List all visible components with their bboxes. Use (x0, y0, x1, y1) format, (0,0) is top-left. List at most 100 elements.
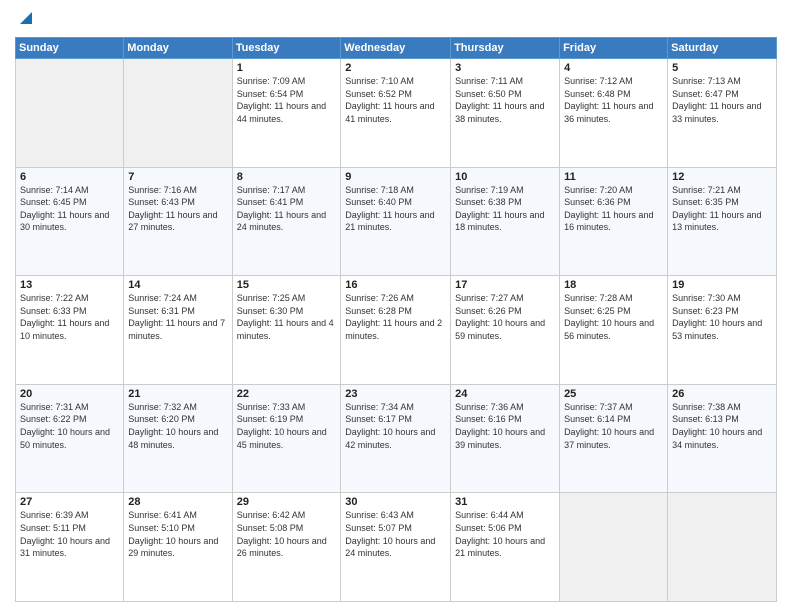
day-info: Sunrise: 7:25 AM Sunset: 6:30 PM Dayligh… (237, 292, 337, 342)
day-number: 1 (237, 62, 337, 74)
calendar-day-cell: 2Sunrise: 7:10 AM Sunset: 6:52 PM Daylig… (341, 59, 451, 168)
day-number: 4 (564, 62, 663, 74)
calendar-day-cell (16, 59, 124, 168)
calendar-day-header: Sunday (16, 38, 124, 59)
day-number: 27 (20, 496, 119, 508)
day-number: 8 (237, 171, 337, 183)
calendar-day-header: Friday (560, 38, 668, 59)
day-info: Sunrise: 6:39 AM Sunset: 5:11 PM Dayligh… (20, 509, 119, 559)
day-number: 15 (237, 279, 337, 291)
day-info: Sunrise: 7:33 AM Sunset: 6:19 PM Dayligh… (237, 401, 337, 451)
day-number: 17 (455, 279, 555, 291)
calendar-day-cell: 22Sunrise: 7:33 AM Sunset: 6:19 PM Dayli… (232, 384, 341, 493)
day-number: 30 (345, 496, 446, 508)
day-number: 23 (345, 388, 446, 400)
day-number: 14 (128, 279, 227, 291)
day-info: Sunrise: 7:38 AM Sunset: 6:13 PM Dayligh… (672, 401, 772, 451)
logo-line1 (15, 10, 34, 31)
calendar-week-row: 1Sunrise: 7:09 AM Sunset: 6:54 PM Daylig… (16, 59, 777, 168)
day-number: 16 (345, 279, 446, 291)
calendar-day-header: Saturday (668, 38, 777, 59)
day-number: 6 (20, 171, 119, 183)
calendar-day-cell: 14Sunrise: 7:24 AM Sunset: 6:31 PM Dayli… (124, 276, 232, 385)
calendar-day-cell: 10Sunrise: 7:19 AM Sunset: 6:38 PM Dayli… (451, 167, 560, 276)
logo-triangle-icon (18, 10, 34, 31)
calendar-day-header: Thursday (451, 38, 560, 59)
calendar-day-cell: 7Sunrise: 7:16 AM Sunset: 6:43 PM Daylig… (124, 167, 232, 276)
calendar-day-cell (668, 493, 777, 602)
day-number: 26 (672, 388, 772, 400)
day-info: Sunrise: 7:28 AM Sunset: 6:25 PM Dayligh… (564, 292, 663, 342)
day-number: 25 (564, 388, 663, 400)
day-info: Sunrise: 7:37 AM Sunset: 6:14 PM Dayligh… (564, 401, 663, 451)
day-number: 10 (455, 171, 555, 183)
calendar-day-cell: 6Sunrise: 7:14 AM Sunset: 6:45 PM Daylig… (16, 167, 124, 276)
calendar-day-cell: 20Sunrise: 7:31 AM Sunset: 6:22 PM Dayli… (16, 384, 124, 493)
day-info: Sunrise: 7:36 AM Sunset: 6:16 PM Dayligh… (455, 401, 555, 451)
day-info: Sunrise: 7:17 AM Sunset: 6:41 PM Dayligh… (237, 184, 337, 234)
calendar-week-row: 6Sunrise: 7:14 AM Sunset: 6:45 PM Daylig… (16, 167, 777, 276)
page: SundayMondayTuesdayWednesdayThursdayFrid… (0, 0, 792, 612)
calendar-day-cell: 23Sunrise: 7:34 AM Sunset: 6:17 PM Dayli… (341, 384, 451, 493)
day-number: 18 (564, 279, 663, 291)
day-info: Sunrise: 7:11 AM Sunset: 6:50 PM Dayligh… (455, 75, 555, 125)
day-info: Sunrise: 7:09 AM Sunset: 6:54 PM Dayligh… (237, 75, 337, 125)
calendar-day-cell: 24Sunrise: 7:36 AM Sunset: 6:16 PM Dayli… (451, 384, 560, 493)
calendar-day-cell (124, 59, 232, 168)
day-info: Sunrise: 7:19 AM Sunset: 6:38 PM Dayligh… (455, 184, 555, 234)
calendar-day-header: Tuesday (232, 38, 341, 59)
day-info: Sunrise: 7:21 AM Sunset: 6:35 PM Dayligh… (672, 184, 772, 234)
calendar-day-cell: 17Sunrise: 7:27 AM Sunset: 6:26 PM Dayli… (451, 276, 560, 385)
calendar-day-cell: 13Sunrise: 7:22 AM Sunset: 6:33 PM Dayli… (16, 276, 124, 385)
day-info: Sunrise: 7:30 AM Sunset: 6:23 PM Dayligh… (672, 292, 772, 342)
day-number: 24 (455, 388, 555, 400)
day-info: Sunrise: 7:13 AM Sunset: 6:47 PM Dayligh… (672, 75, 772, 125)
calendar-week-row: 27Sunrise: 6:39 AM Sunset: 5:11 PM Dayli… (16, 493, 777, 602)
day-number: 7 (128, 171, 227, 183)
calendar-day-cell: 18Sunrise: 7:28 AM Sunset: 6:25 PM Dayli… (560, 276, 668, 385)
day-info: Sunrise: 7:27 AM Sunset: 6:26 PM Dayligh… (455, 292, 555, 342)
day-number: 28 (128, 496, 227, 508)
day-info: Sunrise: 6:43 AM Sunset: 5:07 PM Dayligh… (345, 509, 446, 559)
day-number: 11 (564, 171, 663, 183)
calendar-day-cell: 30Sunrise: 6:43 AM Sunset: 5:07 PM Dayli… (341, 493, 451, 602)
day-info: Sunrise: 6:44 AM Sunset: 5:06 PM Dayligh… (455, 509, 555, 559)
day-number: 3 (455, 62, 555, 74)
calendar-day-cell: 9Sunrise: 7:18 AM Sunset: 6:40 PM Daylig… (341, 167, 451, 276)
calendar-day-cell: 27Sunrise: 6:39 AM Sunset: 5:11 PM Dayli… (16, 493, 124, 602)
calendar-day-cell: 16Sunrise: 7:26 AM Sunset: 6:28 PM Dayli… (341, 276, 451, 385)
day-number: 20 (20, 388, 119, 400)
calendar-day-cell: 19Sunrise: 7:30 AM Sunset: 6:23 PM Dayli… (668, 276, 777, 385)
day-number: 13 (20, 279, 119, 291)
day-info: Sunrise: 7:34 AM Sunset: 6:17 PM Dayligh… (345, 401, 446, 451)
calendar-day-cell: 31Sunrise: 6:44 AM Sunset: 5:06 PM Dayli… (451, 493, 560, 602)
day-number: 12 (672, 171, 772, 183)
day-number: 9 (345, 171, 446, 183)
calendar-day-cell: 5Sunrise: 7:13 AM Sunset: 6:47 PM Daylig… (668, 59, 777, 168)
logo (15, 10, 34, 31)
calendar-table: SundayMondayTuesdayWednesdayThursdayFrid… (15, 37, 777, 602)
day-info: Sunrise: 7:16 AM Sunset: 6:43 PM Dayligh… (128, 184, 227, 234)
header (15, 10, 777, 31)
day-number: 22 (237, 388, 337, 400)
calendar-day-cell: 21Sunrise: 7:32 AM Sunset: 6:20 PM Dayli… (124, 384, 232, 493)
day-info: Sunrise: 7:31 AM Sunset: 6:22 PM Dayligh… (20, 401, 119, 451)
calendar-day-cell: 15Sunrise: 7:25 AM Sunset: 6:30 PM Dayli… (232, 276, 341, 385)
calendar-day-cell: 11Sunrise: 7:20 AM Sunset: 6:36 PM Dayli… (560, 167, 668, 276)
day-number: 2 (345, 62, 446, 74)
day-number: 5 (672, 62, 772, 74)
calendar-day-cell: 25Sunrise: 7:37 AM Sunset: 6:14 PM Dayli… (560, 384, 668, 493)
day-info: Sunrise: 7:32 AM Sunset: 6:20 PM Dayligh… (128, 401, 227, 451)
calendar-header-row: SundayMondayTuesdayWednesdayThursdayFrid… (16, 38, 777, 59)
calendar-day-cell: 28Sunrise: 6:41 AM Sunset: 5:10 PM Dayli… (124, 493, 232, 602)
day-info: Sunrise: 7:14 AM Sunset: 6:45 PM Dayligh… (20, 184, 119, 234)
calendar-week-row: 13Sunrise: 7:22 AM Sunset: 6:33 PM Dayli… (16, 276, 777, 385)
day-number: 21 (128, 388, 227, 400)
day-info: Sunrise: 6:42 AM Sunset: 5:08 PM Dayligh… (237, 509, 337, 559)
calendar-day-header: Wednesday (341, 38, 451, 59)
day-info: Sunrise: 7:26 AM Sunset: 6:28 PM Dayligh… (345, 292, 446, 342)
day-number: 31 (455, 496, 555, 508)
calendar-day-cell: 12Sunrise: 7:21 AM Sunset: 6:35 PM Dayli… (668, 167, 777, 276)
calendar-day-cell: 29Sunrise: 6:42 AM Sunset: 5:08 PM Dayli… (232, 493, 341, 602)
calendar-day-cell: 1Sunrise: 7:09 AM Sunset: 6:54 PM Daylig… (232, 59, 341, 168)
